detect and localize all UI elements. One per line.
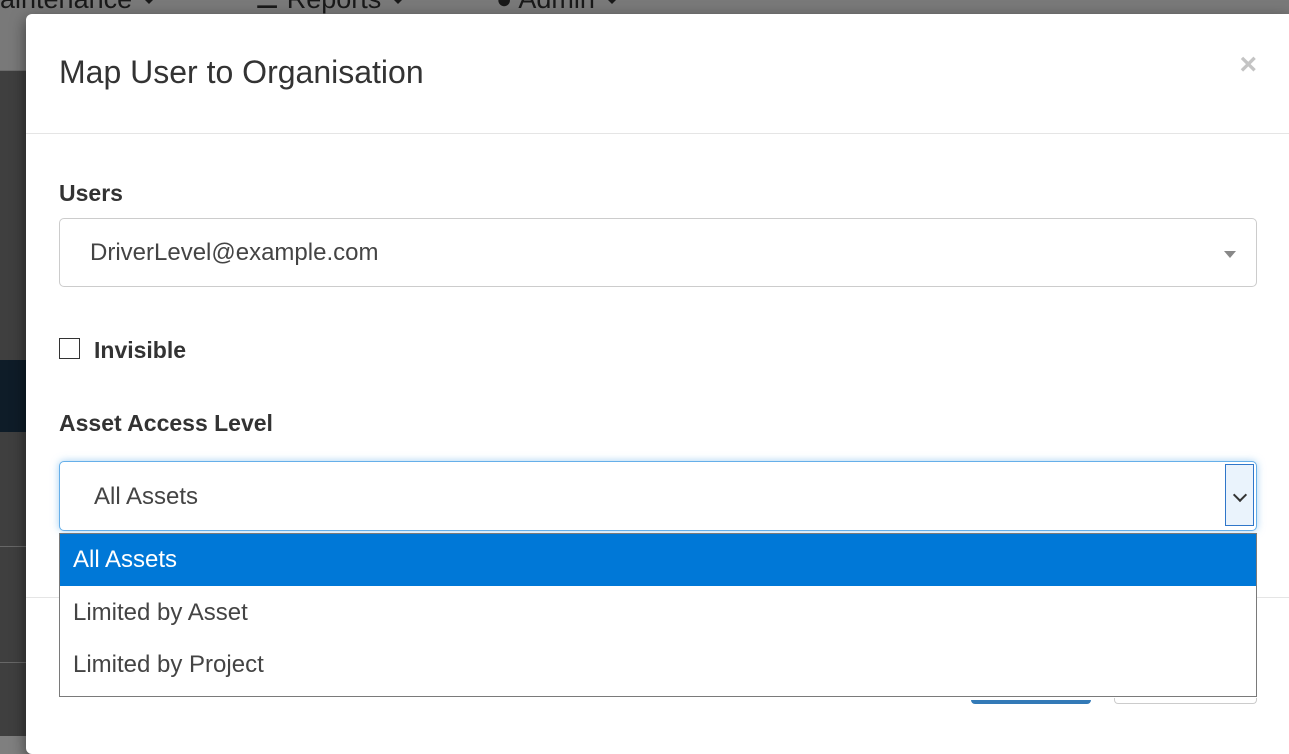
modal-header: Map User to Organisation × [26, 14, 1289, 134]
option-all-assets[interactable]: All Assets [60, 534, 1256, 586]
chevron-down-icon [1224, 251, 1236, 258]
users-select[interactable]: DriverLevel@example.com [59, 218, 1257, 287]
cancel-button[interactable] [1114, 698, 1257, 704]
users-select-value: DriverLevel@example.com [90, 239, 379, 266]
save-button[interactable] [971, 700, 1091, 704]
users-label: Users [59, 180, 123, 206]
option-limited-by-asset[interactable]: Limited by Asset [60, 587, 1256, 639]
asset-access-level-select[interactable]: All Assets [59, 461, 1257, 531]
dropdown-toggle[interactable] [1225, 464, 1254, 526]
invisible-checkbox[interactable] [59, 338, 80, 359]
asset-access-level-options: All Assets Limited by Asset Limited by P… [59, 533, 1257, 697]
asset-access-level-value: All Assets [94, 483, 199, 510]
modal-title: Map User to Organisation [59, 54, 424, 90]
chevron-down-icon [1232, 487, 1248, 503]
asset-access-level-label: Asset Access Level [59, 410, 273, 436]
option-limited-by-project[interactable]: Limited by Project [60, 639, 1256, 691]
close-icon[interactable]: × [1239, 50, 1257, 80]
invisible-label[interactable]: Invisible [94, 337, 186, 364]
map-user-modal: Map User to Organisation × Users DriverL… [26, 14, 1289, 754]
